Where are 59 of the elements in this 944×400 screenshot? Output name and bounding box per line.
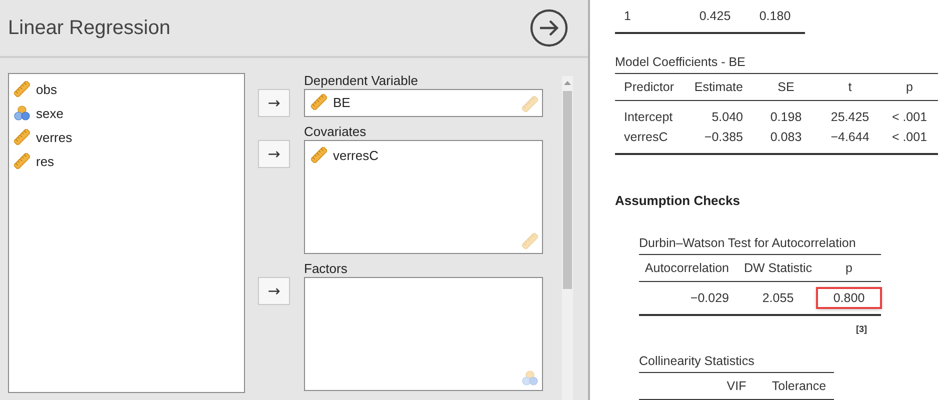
target-box[interactable]: BE (304, 89, 543, 117)
table-cell-text: 2.055 (761, 290, 795, 307)
ruler-icon (14, 129, 30, 145)
move-button[interactable]: → (258, 277, 290, 305)
table-cell-text: 5.040 (710, 109, 744, 126)
variable-name[interactable]: verresC (333, 148, 379, 162)
table-title: Durbin–Watson Test for Autocorrelation (639, 236, 857, 252)
arrow-circle-icon[interactable] (530, 9, 568, 47)
ruler-icon (522, 96, 538, 112)
ruler-icon (14, 153, 30, 169)
scroll-up-icon[interactable] (563, 79, 572, 88)
table-cell-text: −0.029 (689, 290, 730, 307)
table-cell-text: −4.644 (830, 129, 870, 146)
target-label: Factors (304, 261, 348, 277)
table-cell: 0.800 (817, 288, 881, 308)
scrollbar[interactable] (562, 76, 573, 400)
section-heading: Assumption Checks (615, 193, 741, 208)
column-header: Tolerance (770, 378, 828, 395)
column-header: DW Statistic (742, 260, 814, 277)
column-header: SE (776, 79, 796, 96)
target-box[interactable]: verresC (304, 140, 543, 254)
table-cell-text: 25.425 (830, 109, 870, 126)
table-cell-text: < .001 (890, 109, 928, 126)
column-header: p (905, 79, 914, 96)
variable-name[interactable]: obs (36, 82, 57, 96)
column-header: Predictor (623, 79, 676, 96)
column-header: VIF (726, 378, 748, 395)
ruler-icon (311, 94, 327, 110)
table-cell-text: −0.385 (703, 129, 744, 146)
variable-name[interactable]: verres (36, 130, 72, 144)
table-cell-text: 0.425 (698, 8, 732, 25)
target-label: Dependent Variable (304, 73, 419, 89)
variable-name[interactable]: sexe (36, 106, 64, 120)
footnote: [3] (856, 324, 867, 334)
target-label: Covariates (304, 124, 368, 140)
table-title: Collinearity Statistics (639, 354, 756, 370)
circles-icon (14, 105, 30, 121)
table-cell-text: Intercept (623, 109, 674, 126)
ruler-icon (14, 81, 30, 97)
ruler-icon (522, 233, 538, 249)
table-cell-text: 0.180 (758, 8, 792, 25)
column-header: p (844, 260, 854, 277)
variable-name[interactable]: BE (333, 94, 350, 110)
table-title: Model Coefficients - BE (615, 55, 746, 71)
variable-name[interactable]: res (36, 154, 54, 168)
column-header: Autocorrelation (644, 260, 730, 277)
table-cell-text: 0.083 (769, 129, 803, 146)
table-cell-text: 0.198 (769, 109, 803, 126)
move-button[interactable]: → (258, 89, 290, 117)
column-header: t (847, 79, 853, 96)
analysis-title: Linear Regression (8, 16, 170, 40)
move-button[interactable]: → (258, 140, 290, 168)
target-box[interactable] (304, 277, 543, 391)
table-cell-text: 1 (623, 8, 632, 25)
circles-icon (522, 370, 538, 386)
column-header: Estimate (693, 79, 744, 96)
ruler-icon (311, 147, 327, 163)
table-cell-text: verresC (623, 129, 669, 146)
table-cell-text: < .001 (890, 129, 928, 146)
